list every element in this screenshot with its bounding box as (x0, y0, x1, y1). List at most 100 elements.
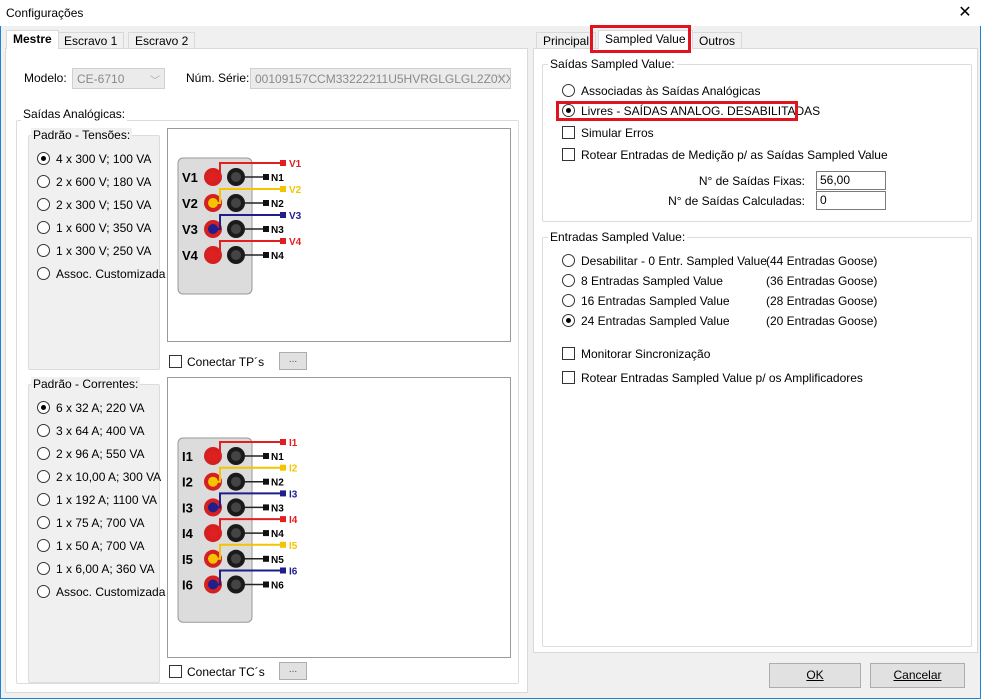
tc-options-button[interactable]: ... (279, 662, 307, 680)
radio-option[interactable] (37, 267, 50, 280)
title-bar: Configurações ✕ (0, 0, 981, 26)
radio-associadas[interactable] (562, 84, 575, 97)
neutral-terminal-core (231, 502, 241, 513)
neutral-label: N3 (271, 503, 284, 514)
simular-erros-checkbox[interactable] (562, 126, 575, 139)
radio-option[interactable] (37, 424, 50, 437)
radio-option[interactable] (37, 221, 50, 234)
entradas-checkbox-label: Monitorar Sincronização (581, 347, 711, 361)
voltage-connector-diagram: V1 V1 N1 V2 V2 N2 V3 V3 N3 V4 V4 N4 (177, 157, 302, 295)
radio-option-label: 1 x 300 V; 250 VA (56, 244, 152, 258)
radio-option[interactable] (37, 539, 50, 552)
output-label: I6 (289, 567, 298, 578)
radio-option[interactable] (37, 447, 50, 460)
output-pin (280, 567, 286, 574)
output-pin (280, 238, 286, 244)
radio-option[interactable] (37, 244, 50, 257)
output-pin (280, 160, 286, 166)
radio-option[interactable] (37, 152, 50, 165)
neutral-label: N6 (271, 581, 284, 592)
tab-escravo-1[interactable]: Escravo 1 (57, 32, 125, 49)
goose-count-label: (36 Entradas Goose) (766, 274, 878, 288)
modelo-select[interactable]: CE-6710 ﹀ (72, 68, 165, 89)
radio-option[interactable] (37, 198, 50, 211)
serie-value: 00109157CCM33222211U5HVRGLGLGL2Z0XXX (255, 72, 511, 86)
neutral-pin (263, 504, 269, 511)
neutral-label: N2 (271, 478, 284, 489)
neutral-pin (263, 530, 269, 537)
tensoes-label: Padrão - Tensões: (31, 128, 133, 142)
correntes-label: Padrão - Correntes: (31, 377, 141, 391)
neutral-terminal-core (231, 528, 241, 539)
output-pin (280, 464, 286, 471)
channel-label: I3 (182, 500, 193, 515)
ok-button[interactable]: OK (769, 663, 861, 688)
radio-option-label: 1 x 50 A; 700 VA (56, 539, 145, 553)
goose-count-label: (20 Entradas Goose) (766, 314, 878, 328)
output-label: V4 (289, 237, 302, 248)
output-pin (280, 541, 286, 548)
entradas-checkbox-label: Rotear Entradas Sampled Value p/ os Ampl… (581, 371, 863, 385)
neutral-label: N4 (271, 529, 284, 540)
channel-label: V2 (182, 196, 198, 211)
cancel-button[interactable]: Cancelar (870, 663, 965, 688)
entradas-radio[interactable] (562, 294, 575, 307)
option-highlight-box (556, 101, 798, 121)
radio-option-label: Assoc. Customizada (56, 585, 166, 599)
tab-escravo-2[interactable]: Escravo 2 (128, 32, 196, 49)
neutral-label: N1 (271, 452, 284, 463)
neutral-terminal-core (231, 250, 241, 260)
radio-option-label: 4 x 300 V; 100 VA (56, 152, 152, 166)
tab-outros[interactable]: Outros (692, 32, 743, 49)
entradas-radio[interactable] (562, 274, 575, 287)
radio-option[interactable] (37, 493, 50, 506)
conectar-tp-checkbox[interactable] (169, 355, 182, 368)
neutral-terminal-core (231, 451, 241, 461)
tab-highlight-box (590, 25, 691, 53)
radio-option[interactable] (37, 175, 50, 188)
channel-label: I1 (182, 449, 193, 464)
radio-option[interactable] (37, 585, 50, 598)
neutral-pin (263, 453, 269, 459)
output-pin (280, 186, 286, 192)
neutral-pin (263, 478, 269, 485)
radio-option-label: 1 x 75 A; 700 VA (56, 516, 145, 530)
tab-mestre[interactable]: Mestre (6, 30, 59, 49)
radio-option[interactable] (37, 401, 50, 414)
radio-option[interactable] (37, 562, 50, 575)
saidas-fixas-label: N° de Saídas Fixas: (698, 174, 805, 188)
neutral-pin (263, 200, 269, 206)
tp-options-button[interactable]: ... (279, 352, 307, 370)
channel-label: I5 (182, 552, 193, 567)
entradas-checkbox[interactable] (562, 347, 575, 360)
entradas-radio[interactable] (562, 314, 575, 327)
saidas-fixas-input[interactable]: 56,00 (816, 171, 886, 190)
saidas-calculadas-label: N° de Saídas Calculadas: (668, 194, 805, 208)
radio-option[interactable] (37, 516, 50, 529)
tensoes-connector-image: V1 V1 N1 V2 V2 N2 V3 V3 N3 V4 V4 N4 (167, 128, 511, 342)
window-title: Configurações (6, 6, 84, 20)
entradas-radio[interactable] (562, 254, 575, 267)
radio-option[interactable] (37, 470, 50, 483)
neutral-label: N2 (271, 199, 284, 210)
tab-principal[interactable]: Principal (536, 32, 597, 49)
channel-label: V3 (182, 222, 198, 237)
radio-option-label: 2 x 300 V; 150 VA (56, 198, 152, 212)
saidas-calculadas-input[interactable]: 0 (816, 191, 886, 210)
output-label: I3 (289, 489, 298, 500)
radio-option-label: 1 x 6,00 A; 360 VA (56, 562, 155, 576)
goose-count-label: (44 Entradas Goose) (766, 254, 878, 268)
entradas-checkbox[interactable] (562, 371, 575, 384)
saidas-sv-label: Saídas Sampled Value: (548, 57, 677, 71)
radio-associadas-label: Associadas às Saídas Analógicas (581, 84, 761, 98)
conectar-tc-checkbox[interactable] (169, 665, 182, 678)
rotear-medicao-checkbox[interactable] (562, 148, 575, 161)
neutral-label: N5 (271, 555, 284, 566)
neutral-label: N3 (271, 225, 284, 236)
serie-select[interactable]: 00109157CCM33222211U5HVRGLGLGL2Z0XXX ﹀ (250, 68, 511, 89)
entradas-radio-label: 24 Entradas Sampled Value (581, 314, 730, 328)
close-icon[interactable]: ✕ (952, 2, 978, 24)
output-pin (280, 490, 286, 497)
neutral-terminal-core (231, 198, 241, 208)
output-label: I1 (289, 438, 298, 449)
